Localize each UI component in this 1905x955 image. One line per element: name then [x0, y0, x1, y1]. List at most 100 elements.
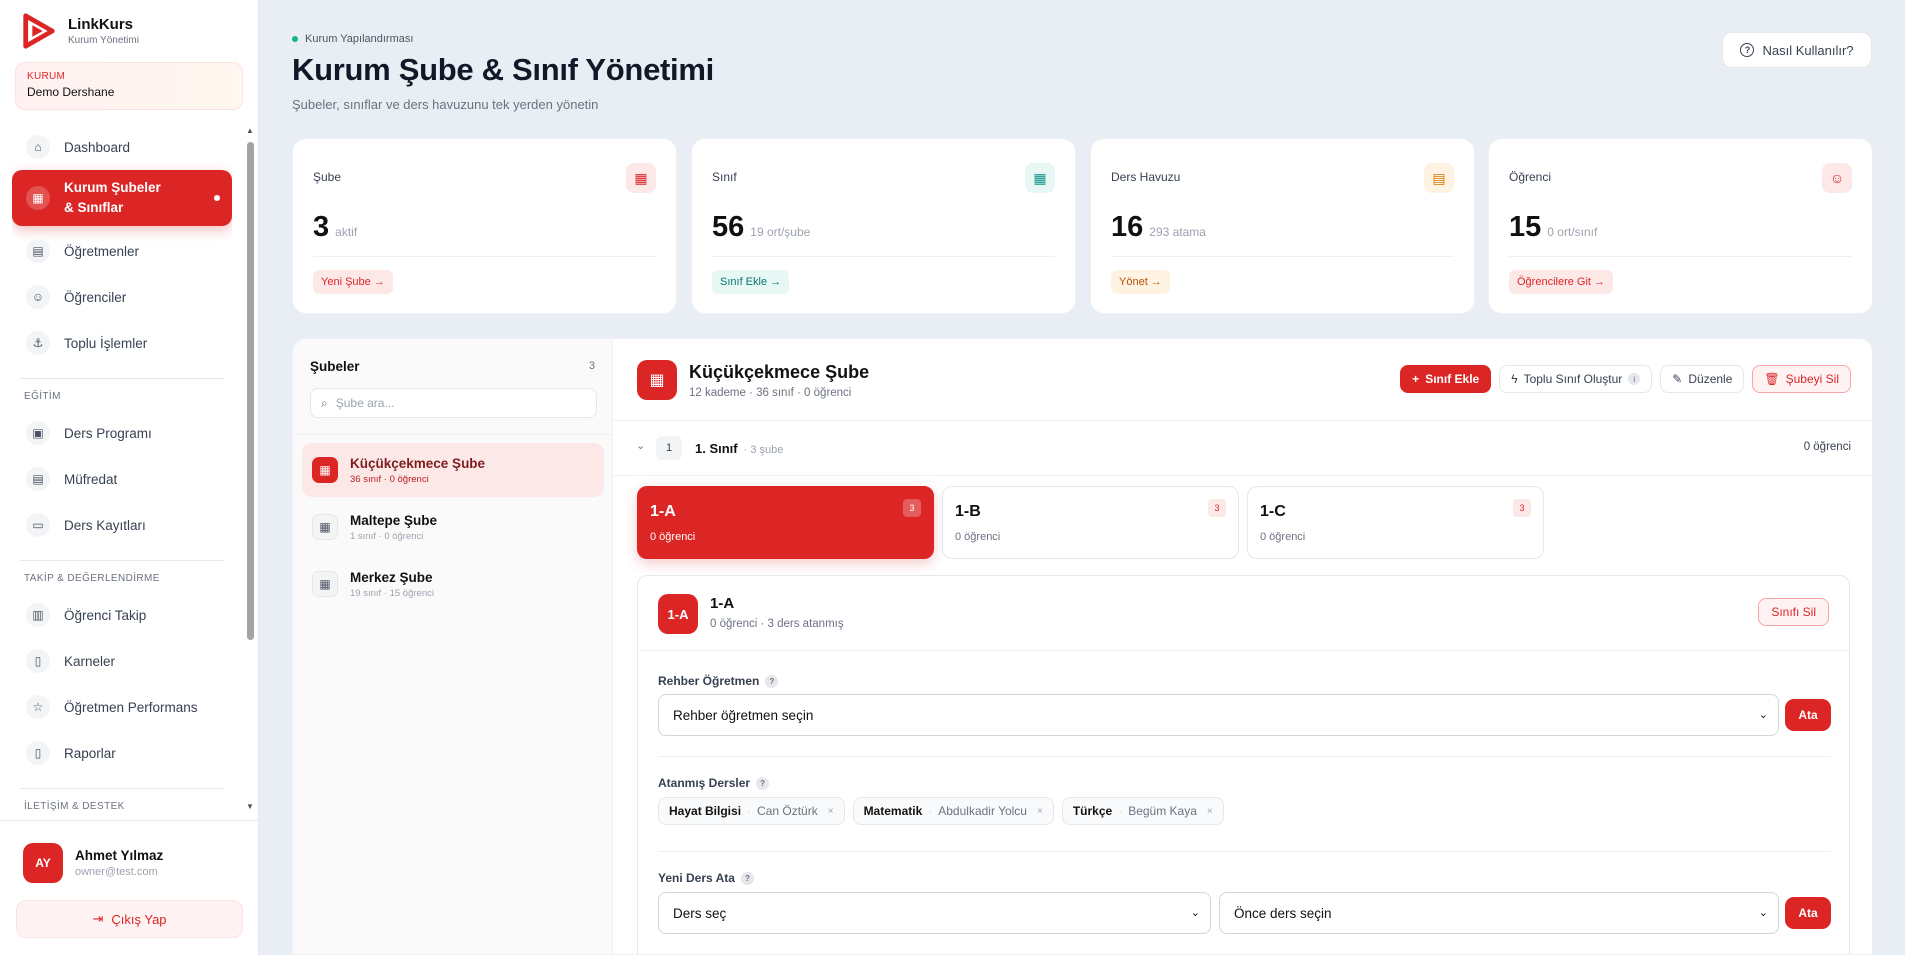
sidebar-item-label: Karneler: [64, 653, 116, 669]
grade-sub: · 3 şube: [743, 444, 784, 456]
users-icon: ☺: [26, 285, 50, 309]
sidebar-item-label: Müfredat: [64, 471, 118, 487]
sidebar-item-label: Ders Programı: [64, 425, 152, 441]
button-label: Düzenle: [1688, 372, 1733, 386]
sidebar-scrollbar[interactable]: ▲ ▼: [246, 126, 254, 811]
sidebar-divider: [0, 820, 259, 821]
add-class-button[interactable]: + Sınıf Ekle: [1400, 365, 1492, 393]
building-icon: ▦: [26, 186, 50, 210]
divider: [712, 256, 1055, 257]
stat-label: Öğrenci: [1509, 170, 1552, 184]
org-card[interactable]: KURUM Demo Dershane: [15, 62, 243, 110]
book-open-icon: ▤: [26, 239, 50, 263]
scroll-down-icon[interactable]: ▼: [246, 802, 254, 811]
delete-branch-button[interactable]: 🗑 Şubeyi Sil: [1752, 365, 1851, 393]
breadcrumb: Kurum Yapılandırması: [292, 33, 413, 45]
branch-name: Maltepe Şube: [350, 512, 438, 528]
sidebar-item-bulk[interactable]: ⚓ Toplu İşlemler: [12, 320, 232, 366]
user-profile[interactable]: AY Ahmet Yılmaz owner@test.com: [23, 843, 163, 883]
chip-subject: Hayat Bilgisi: [669, 804, 742, 818]
class-card[interactable]: 1-A 0 öğrenci 3: [637, 486, 934, 559]
branch-search[interactable]: ⌕: [310, 388, 597, 418]
branch-count: 3: [588, 360, 595, 372]
guide-teacher-label: Rehber Öğretmen?: [658, 674, 779, 688]
help-icon[interactable]: ?: [765, 674, 779, 688]
page-title: Kurum Şube & Sınıf Yönetimi: [292, 52, 714, 87]
logout-button[interactable]: ⇥ Çıkış Yap: [16, 900, 243, 938]
stat-note: 19 ort/şube: [750, 225, 811, 239]
stat-note: aktif: [335, 225, 358, 239]
field-label: Atanmış Dersler: [658, 776, 751, 790]
course-select[interactable]: Ders seç ⌄: [658, 892, 1211, 934]
branch-search-input[interactable]: [335, 396, 576, 410]
close-icon[interactable]: ×: [1207, 806, 1213, 817]
branch-list: Şubeler 3 ⌕ ▦ Küçükçekmece Şube 36 sınıf …: [293, 339, 613, 954]
branch-panel: Şubeler 3 ⌕ ▦ Küçükçekmece Şube 36 sınıf …: [292, 338, 1873, 955]
sidebar-item-reports[interactable]: ▯ Raporlar: [12, 730, 232, 776]
sidebar-item-teacher-performance[interactable]: ☆ Öğretmen Performans: [12, 684, 232, 730]
separator: ·: [1118, 804, 1123, 818]
divider: [1509, 256, 1852, 257]
edit-button[interactable]: ✎ Düzenle: [1660, 365, 1745, 393]
sidebar-item-curriculum[interactable]: ▤ Müfredat: [12, 456, 232, 502]
class-card[interactable]: 1-C 0 öğrenci 3: [1247, 486, 1544, 559]
class-name: 1-A: [650, 503, 676, 520]
sidebar-item-student-tracking[interactable]: ▥ Öğrenci Takip: [12, 592, 232, 638]
help-icon[interactable]: ?: [756, 776, 770, 790]
new-branch-link[interactable]: Yeni Şube →: [313, 270, 393, 294]
sidebar-item-schedule[interactable]: ▣ Ders Programı: [12, 410, 232, 456]
field-label: Rehber Öğretmen: [658, 674, 760, 688]
assign-guide-button[interactable]: Ata: [1785, 699, 1831, 731]
add-class-link[interactable]: Sınıf Ekle →: [712, 270, 790, 294]
sidebar-item-branches[interactable]: ▦ Kurum Şubeler & Sınıflar: [12, 170, 232, 226]
guide-teacher-select[interactable]: Rehber öğretmen seçin ⌄: [658, 694, 1779, 736]
close-icon[interactable]: ×: [1037, 806, 1043, 817]
stat-value: 3 aktif: [313, 211, 357, 244]
calendar-icon: ▣: [26, 421, 50, 445]
grade-number: 1: [656, 436, 682, 460]
sidebar-item-students[interactable]: ☺ Öğrenciler: [12, 274, 232, 320]
branch-actions: + Sınıf Ekle ϟ Toplu Sınıf Oluştur i ✎ Düzen…: [1400, 365, 1851, 393]
building-icon: ▦: [637, 360, 677, 400]
app-logo[interactable]: LinkKurs Kurum Yönetimi: [20, 12, 139, 50]
nav-divider: [20, 560, 224, 561]
help-label: Nasıl Kullanılır?: [1762, 42, 1854, 58]
class-card[interactable]: 1-B 0 öğrenci 3: [942, 486, 1239, 559]
teacher-select[interactable]: Önce ders seçin ⌄: [1219, 892, 1779, 934]
sidebar-item-label: Öğrenciler: [64, 289, 127, 305]
nav-section-communication: İLETİŞİM & DESTEK: [24, 801, 125, 812]
button-label: Toplu Sınıf Oluştur: [1523, 372, 1623, 386]
sidebar-item-report-cards[interactable]: ▯ Karneler: [12, 638, 232, 684]
button-label: Sınıf Ekle: [1425, 372, 1480, 386]
sidebar-item-teachers[interactable]: ▤ Öğretmenler: [12, 228, 232, 274]
delete-class-button[interactable]: Sınıfı Sil: [1758, 598, 1829, 626]
user-name: Ahmet Yılmaz: [75, 848, 164, 863]
sidebar-item-dashboard[interactable]: ⌂ Dashboard: [12, 124, 232, 170]
scroll-up-icon[interactable]: ▲: [246, 126, 254, 135]
scrollbar-thumb[interactable]: [247, 142, 254, 640]
help-icon[interactable]: ?: [740, 871, 754, 885]
close-icon[interactable]: ×: [828, 806, 834, 817]
branch-item[interactable]: ▦ Maltepe Şube 1 sınıf · 0 öğrenci: [302, 500, 604, 554]
go-students-link[interactable]: Öğrencilere Git →: [1509, 270, 1614, 294]
branch-item[interactable]: ▦ Küçükçekmece Şube 36 sınıf · 0 öğrenci: [302, 443, 604, 497]
stat-value: 15 0 ort/sınıf: [1509, 211, 1597, 244]
bar-chart-icon: ▥: [26, 603, 50, 627]
divider: [658, 851, 1831, 852]
nav-section-tracking: TAKİP & DEĞERLENDİRME: [24, 573, 160, 584]
assign-course-button[interactable]: Ata: [1785, 897, 1831, 929]
bulk-create-button[interactable]: ϟ Toplu Sınıf Oluştur i: [1499, 365, 1653, 393]
home-icon: ⌂: [26, 135, 50, 159]
grade-row[interactable]: ⌄ 1 1. Sınıf · 3 şube 0 öğrenci: [613, 421, 1872, 476]
sidebar-item-label: Ders Kayıtları: [64, 517, 146, 533]
branch-item[interactable]: ▦ Merkez Şube 19 sınıf · 15 öğrenci: [302, 557, 604, 611]
chevron-down-icon[interactable]: ⌄: [636, 439, 645, 452]
help-button[interactable]: ? Nasıl Kullanılır?: [1722, 32, 1872, 68]
sidebar-item-recordings[interactable]: ▭ Ders Kayıtları: [12, 502, 232, 548]
chip-teacher: Begüm Kaya: [1128, 804, 1197, 818]
stat-value: 56 19 ort/şube: [712, 211, 810, 244]
grade-students: 0 öğrenci: [1803, 441, 1851, 453]
branch-detail: ▦ Küçükçekmece Şube 12 kademe · 36 sınıf…: [613, 339, 1872, 954]
stat-label: Ders Havuzu: [1111, 170, 1181, 184]
manage-link[interactable]: Yönet →: [1111, 270, 1170, 294]
